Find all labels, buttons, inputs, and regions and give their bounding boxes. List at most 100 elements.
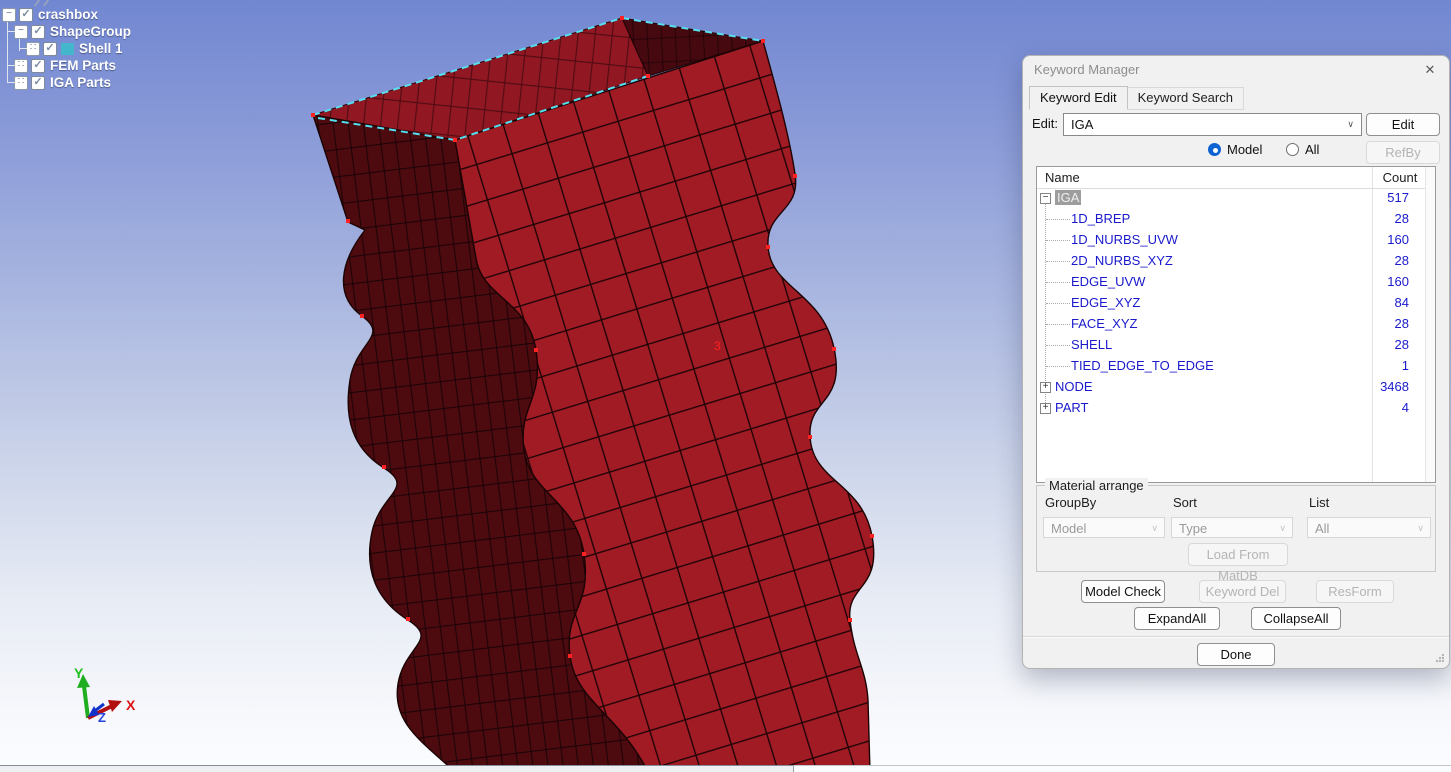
visibility-checkbox[interactable]: ✓	[31, 25, 45, 39]
viewport-3d[interactable]: 3 Y X Z −✓crashbox−✓ShapeGroup∷✓Shell 1∷…	[0, 0, 1451, 772]
radio-model-label: Model	[1227, 142, 1262, 157]
keyword-name[interactable]: TIED_EDGE_TO_EDGE	[1071, 358, 1214, 373]
keyword-count: 3468	[1380, 379, 1409, 394]
model-tree-label[interactable]: IGA Parts	[50, 75, 111, 90]
expand-icon[interactable]: +	[1040, 382, 1051, 393]
keyword-row[interactable]: 1D_BREP 28	[1037, 209, 1425, 230]
collapse-expander-icon[interactable]: −	[2, 8, 16, 22]
keyword-name[interactable]: EDGE_UVW	[1071, 274, 1145, 289]
chevron-down-icon: ∨	[1279, 518, 1286, 539]
keyword-row[interactable]: FACE_XYZ28	[1037, 314, 1425, 335]
radio-selected-icon	[1208, 143, 1221, 156]
tab-keyword-edit[interactable]: Keyword Edit	[1029, 86, 1128, 110]
status-bar-right	[793, 765, 1451, 772]
visibility-checkbox[interactable]: ✓	[43, 42, 57, 56]
resize-grip[interactable]	[1435, 654, 1444, 663]
keyword-name[interactable]: NODE	[1055, 379, 1093, 394]
keyword-count: 160	[1387, 274, 1409, 289]
collapse-icon[interactable]: −	[1040, 193, 1051, 204]
keyword-row[interactable]: EDGE_UVW 160	[1037, 272, 1425, 293]
collapse-expander-icon[interactable]: −	[14, 25, 28, 39]
keyword-list: Name Count −IGA5171D_BREP281D_NURBS_UVW1…	[1036, 166, 1436, 483]
edit-combobox-value: IGA	[1071, 117, 1093, 132]
sort-select: Type∨	[1171, 517, 1293, 538]
keyword-name[interactable]: 1D_NURBS_UVW	[1071, 232, 1178, 247]
material-arrange-group: Material arrange GroupBy Sort List Model…	[1036, 485, 1436, 572]
groupby-label: GroupBy	[1045, 495, 1096, 510]
model-tree-label[interactable]: crashbox	[38, 7, 98, 22]
tree-dotted-stub	[1046, 261, 1070, 262]
tab-keyword-search[interactable]: Keyword Search	[1128, 87, 1244, 110]
done-button[interactable]: Done	[1197, 643, 1275, 666]
radio-model[interactable]: Model	[1208, 142, 1262, 157]
keyword-row[interactable]: −IGA 517	[1037, 188, 1425, 209]
keyword-row[interactable]: SHELL28	[1037, 335, 1425, 356]
tree-dotted-stub	[1046, 324, 1070, 325]
model-tree-label[interactable]: Shell 1	[79, 41, 123, 56]
model-tree-item[interactable]: −✓ crashbox	[0, 6, 98, 23]
edit-combobox[interactable]: IGA ∨	[1063, 113, 1362, 136]
chevron-down-icon[interactable]: ∨	[1347, 114, 1354, 135]
expand-icon[interactable]: +	[1040, 403, 1051, 414]
collapse-all-button[interactable]: CollapseAll	[1251, 607, 1341, 630]
edit-button[interactable]: Edit	[1366, 113, 1440, 136]
axis-y-label: Y	[74, 665, 84, 681]
model-tree-item[interactable]: ∷✓ Shell 1	[0, 40, 123, 57]
leaf-grid-icon[interactable]: ∷	[14, 59, 28, 73]
keyword-name[interactable]: FACE_XYZ	[1071, 316, 1137, 331]
column-header-name: Name	[1045, 170, 1080, 185]
keyword-row[interactable]: EDGE_XYZ 84	[1037, 293, 1425, 314]
sort-label: Sort	[1173, 495, 1197, 510]
status-bar	[0, 765, 1451, 772]
axis-triad: Y X Z	[74, 665, 136, 725]
model-tree-label[interactable]: ShapeGroup	[50, 24, 131, 39]
visibility-checkbox[interactable]: ✓	[31, 59, 45, 73]
model-tree: −✓crashbox−✓ShapeGroup∷✓Shell 1∷✓FEM Par…	[0, 0, 240, 100]
tree-connector-stub	[8, 82, 15, 83]
keyword-name[interactable]: IGA	[1055, 190, 1081, 205]
keyword-count: 1	[1402, 358, 1409, 373]
keyword-row[interactable]: + PART 4	[1037, 398, 1425, 419]
keyword-count: 28	[1395, 253, 1409, 268]
keyword-count: 84	[1395, 295, 1409, 310]
list-scrollbar[interactable]	[1425, 167, 1435, 482]
keyword-count: 517	[1387, 190, 1409, 205]
list-select: All∨	[1307, 517, 1431, 538]
leaf-grid-icon[interactable]: ∷	[14, 76, 28, 90]
keyword-count: 28	[1395, 211, 1409, 226]
model-tree-item[interactable]: ∷✓ FEM Parts	[0, 57, 116, 74]
keyword-name[interactable]: EDGE_XYZ	[1071, 295, 1140, 310]
axis-x-label: X	[126, 697, 136, 713]
visibility-checkbox[interactable]: ✓	[31, 76, 45, 90]
scope-radio-group: Model All	[1023, 142, 1366, 162]
model-tree-label[interactable]: FEM Parts	[50, 58, 116, 73]
keyword-row[interactable]: + NODE 3468	[1037, 377, 1425, 398]
radio-all[interactable]: All	[1286, 142, 1319, 157]
keyword-list-header: Name Count	[1037, 167, 1435, 189]
part-color-swatch[interactable]	[61, 43, 74, 55]
dialog-tabs: Keyword Edit Keyword Search	[1029, 86, 1244, 110]
keyword-count: 160	[1387, 232, 1409, 247]
expand-all-button[interactable]: ExpandAll	[1134, 607, 1220, 630]
leaf-grid-icon[interactable]: ∷	[26, 42, 40, 56]
keyword-manager-dialog: Keyword Manager ✕ Keyword Edit Keyword S…	[1022, 55, 1450, 669]
tree-connector-stub	[8, 31, 15, 32]
keyword-row[interactable]: 2D_NURBS_XYZ 28	[1037, 251, 1425, 272]
material-arrange-title: Material arrange	[1045, 478, 1148, 493]
keyword-name[interactable]: PART	[1055, 400, 1088, 415]
chevron-down-icon: ∨	[1417, 518, 1424, 539]
model-tree-item[interactable]: −✓ ShapeGroup	[0, 23, 131, 40]
keyword-count: 4	[1402, 400, 1409, 415]
edit-label: Edit:	[1032, 116, 1058, 131]
visibility-checkbox[interactable]: ✓	[19, 8, 33, 22]
model-check-button[interactable]: Model Check	[1081, 580, 1165, 603]
keyword-row[interactable]: 1D_NURBS_UVW 160	[1037, 230, 1425, 251]
keyword-row[interactable]: TIED_EDGE_TO_EDGE 1	[1037, 356, 1425, 377]
keyword-name[interactable]: SHELL	[1071, 337, 1112, 352]
keyword-name[interactable]: 1D_BREP	[1071, 211, 1130, 226]
refby-button: RefBy	[1366, 141, 1440, 164]
model-tree-item[interactable]: ∷✓ IGA Parts	[0, 74, 111, 91]
close-icon[interactable]: ✕	[1421, 61, 1439, 79]
keyword-name[interactable]: 2D_NURBS_XYZ	[1071, 253, 1173, 268]
dialog-title-bar[interactable]: Keyword Manager ✕	[1023, 56, 1449, 83]
